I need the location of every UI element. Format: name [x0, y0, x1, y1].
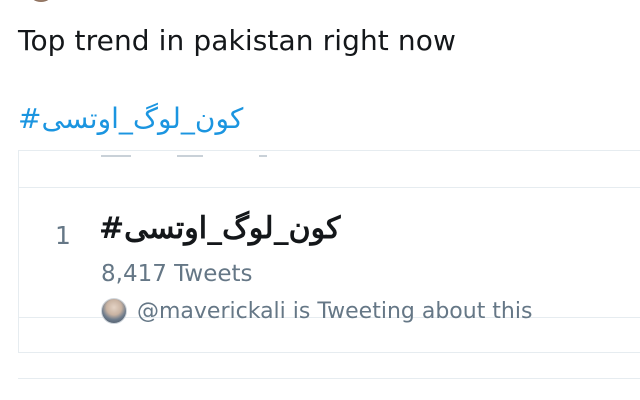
- clipped-text-fragment: [259, 151, 267, 157]
- trend-name[interactable]: #کون_لوگ_اوتسی: [99, 211, 340, 246]
- trend-card: 1 #کون_لوگ_اوتسی 8,417 Tweets @mavericka…: [18, 150, 640, 353]
- divider: [18, 378, 640, 379]
- previous-trend-row-clipped: [19, 151, 640, 188]
- trend-tweet-count: 8,417 Tweets: [101, 261, 253, 287]
- tweet-text: Top trend in pakistan right now: [18, 24, 456, 57]
- hashtag-link[interactable]: #کون_لوگ_اوتسی: [18, 102, 243, 135]
- trend-row[interactable]: 1 #کون_لوگ_اوتسی 8,417 Tweets @mavericka…: [19, 187, 640, 324]
- trend-rank: 1: [55, 221, 71, 250]
- clipped-text-fragment: [101, 151, 131, 157]
- author-avatar[interactable]: [30, 0, 52, 2]
- clipped-text-fragment: [177, 151, 203, 157]
- next-trend-row: [19, 317, 640, 353]
- tweet-screenshot: Top trend in pakistan right now #کون_لوگ…: [0, 0, 640, 400]
